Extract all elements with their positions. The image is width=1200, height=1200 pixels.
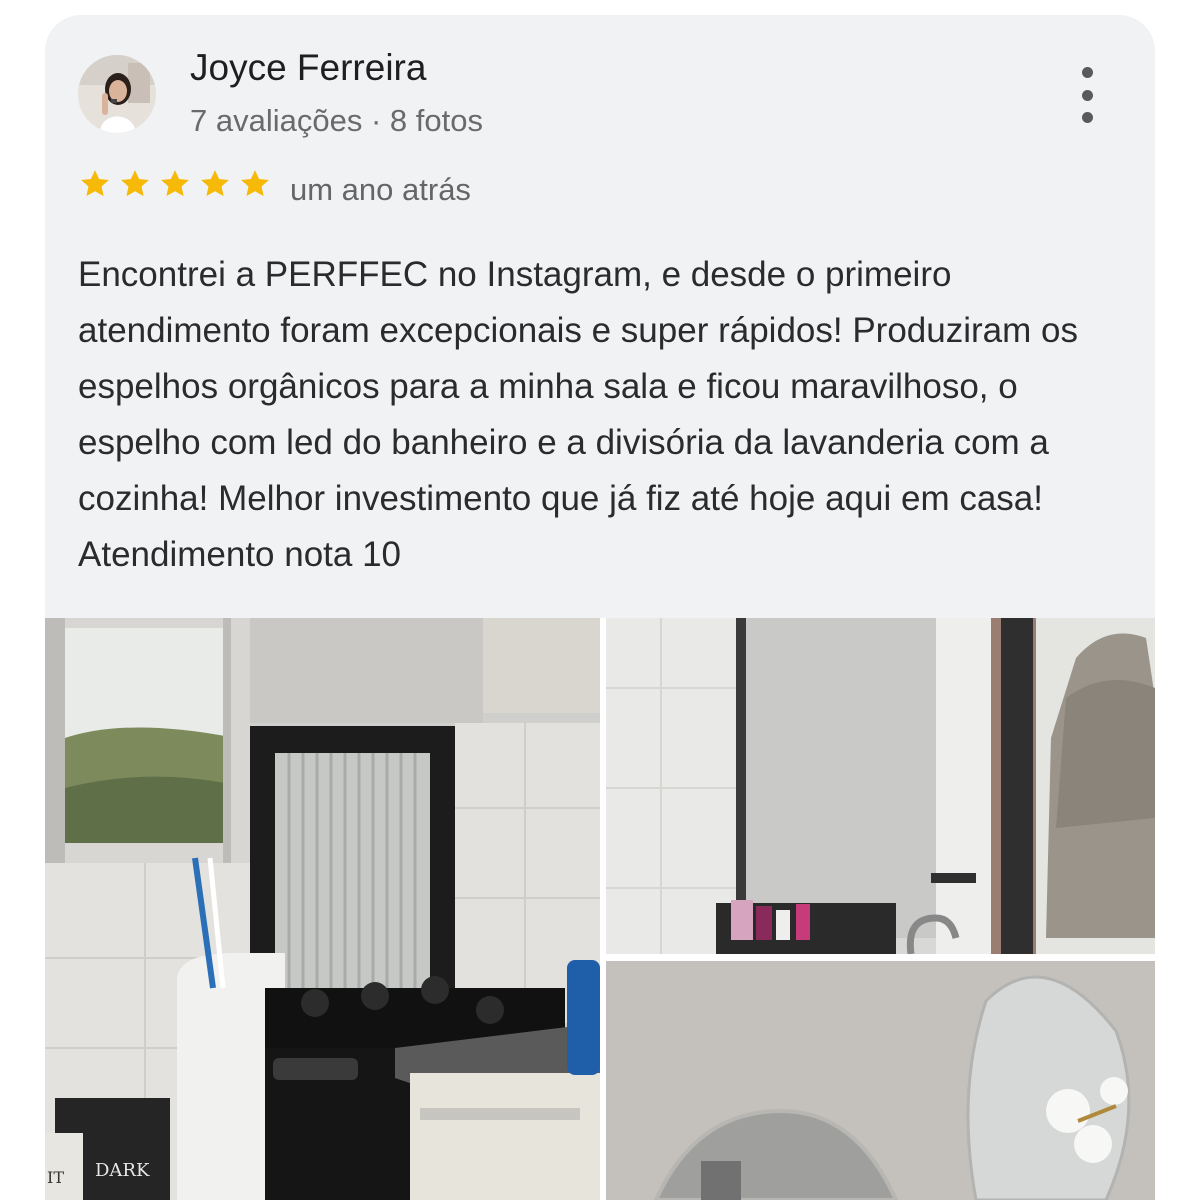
photo-bathroom-mirror[interactable] [606,618,1155,954]
star-icon [161,170,189,197]
star-icon [81,170,109,197]
basket-label-dark: DARK [95,1160,150,1181]
review-text: Encontrei a PERFFEC no Instagram, e desd… [78,255,1078,574]
review-photos: DARK IT [45,618,1155,1200]
author-review-count: 7 avaliações · 8 fotos [190,103,483,138]
basket-label-it: IT [47,1168,64,1187]
more-options-icon[interactable] [1067,67,1107,123]
author-avatar[interactable] [78,55,156,133]
star-icon [121,170,149,197]
star-icon [241,170,269,197]
photo-kitchen-laundry[interactable]: DARK IT [45,618,600,1200]
rating-stars [78,167,272,201]
review-card: Joyce Ferreira 7 avaliações · 8 fotos um… [45,15,1155,1200]
star-icon [201,170,229,197]
review-date: um ano atrás [290,172,471,207]
photo-organic-mirror[interactable] [606,961,1155,1200]
author-name[interactable]: Joyce Ferreira [190,47,426,89]
